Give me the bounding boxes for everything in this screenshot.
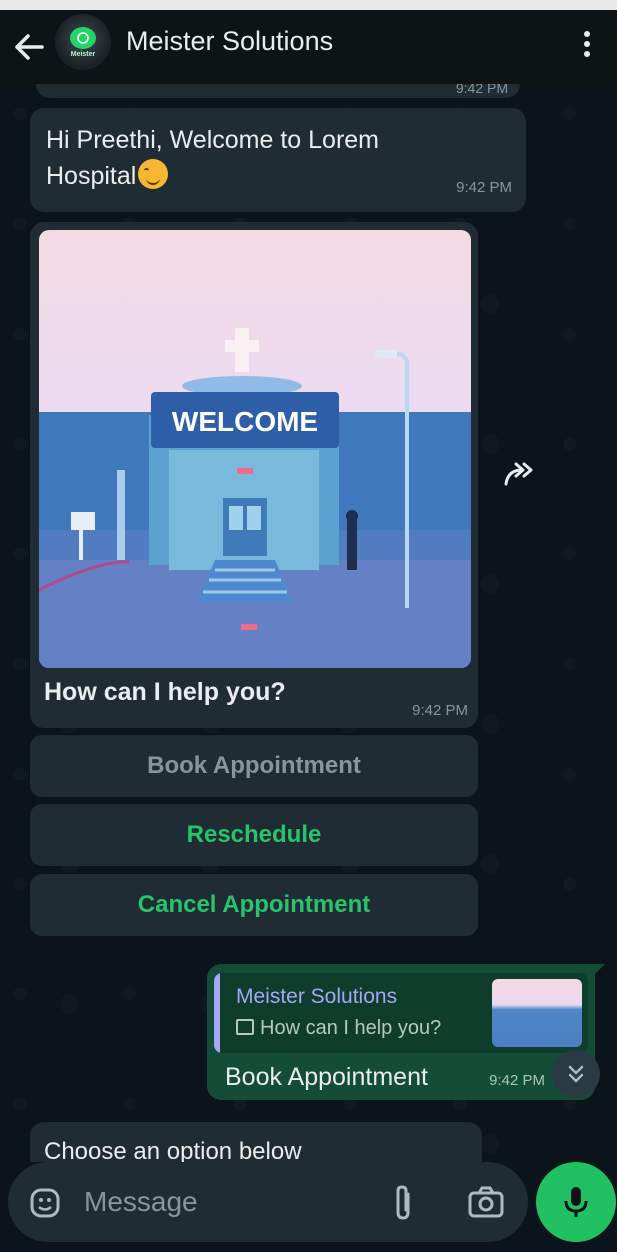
avatar-label: Meister (70, 50, 96, 58)
contact-name[interactable]: Meister Solutions (126, 26, 333, 57)
message-text: Book Appointment (225, 1063, 428, 1091)
message-list[interactable]: 9:42 PM Hi Preethi, Welcome to Lorem Hos… (0, 84, 617, 1162)
message-text: Choose an option below (44, 1138, 302, 1162)
option-reschedule-button[interactable]: Reschedule (30, 804, 478, 866)
camera-icon[interactable] (466, 1184, 506, 1220)
smiling-emoji-icon (138, 159, 169, 189)
mic-button[interactable] (536, 1162, 616, 1242)
quoted-sender: Meister Solutions (236, 985, 398, 1008)
previous-message: 9:42 PM (36, 84, 520, 98)
message-composer[interactable]: Message (8, 1162, 528, 1242)
welcome-image[interactable]: WELCOME (39, 230, 471, 668)
message-time: 9:42 PM (412, 702, 468, 719)
message-input[interactable]: Message (84, 1186, 198, 1218)
welcome-message[interactable]: Hi Preethi, Welcome to Lorem Hospital 9:… (30, 108, 526, 212)
back-arrow-icon[interactable] (12, 32, 46, 62)
next-message[interactable]: Choose an option below (30, 1122, 482, 1162)
message-time: 9:42 PM (456, 179, 512, 196)
avatar[interactable]: Meister (55, 14, 111, 70)
quoted-message[interactable]: Meister Solutions How can I help you? (214, 973, 588, 1053)
image-message[interactable]: WELCOME How can I help you? 9:42 PM (30, 222, 478, 728)
message-time: 9:42 PM (489, 1072, 545, 1089)
quote-accent-bar (214, 973, 220, 1053)
chevron-double-down-icon[interactable] (552, 1050, 600, 1098)
outgoing-reply-message[interactable]: Meister Solutions How can I help you? Bo… (207, 964, 605, 1100)
option-cancel-appointment-button[interactable]: Cancel Appointment (30, 874, 478, 936)
message-text: How can I help you? (44, 678, 286, 706)
whatsapp-logo-icon (70, 26, 96, 49)
image-icon (236, 1019, 254, 1035)
quoted-text: How can I help you? (236, 1017, 441, 1040)
more-vert-icon[interactable] (578, 28, 596, 64)
sticker-icon[interactable] (28, 1186, 62, 1220)
message-text: Hi Preethi, Welcome to Lorem Hospital (46, 126, 379, 190)
banner-text: WELCOME (172, 406, 318, 437)
option-book-appointment-button[interactable]: Book Appointment (30, 735, 478, 797)
forward-icon[interactable] (500, 456, 540, 490)
status-bar (0, 0, 617, 10)
attach-icon[interactable] (388, 1182, 418, 1222)
message-time: 9:42 PM (455, 84, 508, 96)
quoted-image-thumbnail (492, 979, 582, 1047)
chat-header: Meister Meister Solutions (0, 10, 617, 84)
mic-icon (564, 1187, 588, 1217)
